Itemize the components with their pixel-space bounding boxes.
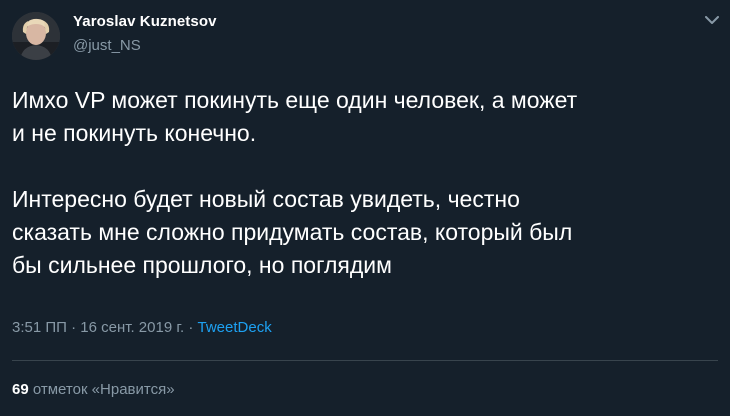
avatar-image <box>12 12 60 60</box>
meta-separator: · <box>71 319 77 336</box>
likes-count: 69 <box>12 381 29 398</box>
tweet-card: Yaroslav Kuznetsov @just_NS Имхо VP може… <box>0 0 730 416</box>
tweet-time[interactable]: 3:51 ПП <box>12 319 67 336</box>
likes-stat[interactable]: 69 отметок «Нравится» <box>12 381 175 398</box>
meta-separator: · <box>188 319 194 336</box>
author-display-name[interactable]: Yaroslav Kuznetsov <box>73 13 217 30</box>
tweet-date[interactable]: 16 сент. 2019 г. <box>80 319 184 336</box>
divider <box>12 360 718 361</box>
avatar[interactable] <box>12 12 60 60</box>
likes-label: отметок «Нравится» <box>32 381 175 398</box>
tweet-text: Имхо VP может покинуть еще один человек,… <box>12 87 578 278</box>
tweet-metadata: 3:51 ПП · 16 сент. 2019 г. · TweetDeck <box>12 319 272 336</box>
tweet-source-link[interactable]: TweetDeck <box>198 319 272 336</box>
chevron-down-icon[interactable] <box>702 10 722 30</box>
author-handle[interactable]: @just_NS <box>73 37 141 54</box>
